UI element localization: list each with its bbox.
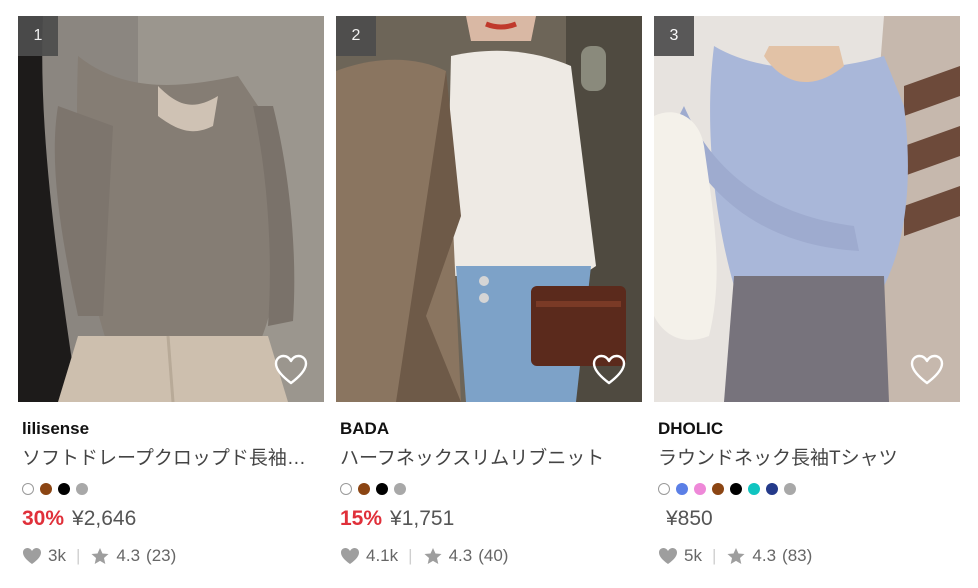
- product-card[interactable]: 3 DHOLIC ラウンドネック長袖Tシャツ ¥850 5k | 4.3 (83…: [654, 16, 960, 568]
- heart-icon[interactable]: [910, 354, 944, 386]
- like-count: 5k: [684, 546, 702, 565]
- color-swatches: [340, 482, 638, 496]
- discount-rate: 30%: [22, 507, 65, 530]
- heart-icon[interactable]: [274, 354, 308, 386]
- product-stats: 4.1k | 4.3 (40): [340, 544, 638, 568]
- color-swatch: [394, 483, 406, 495]
- color-swatch: [766, 483, 778, 495]
- color-swatch: [22, 483, 34, 495]
- rating-score: 4.3: [752, 546, 777, 565]
- color-swatch: [694, 483, 706, 495]
- price: ¥2,646: [72, 507, 137, 530]
- product-photo: [18, 16, 324, 402]
- color-swatches: [22, 482, 320, 496]
- star-icon: [91, 547, 109, 565]
- product-image[interactable]: 2: [336, 16, 642, 402]
- rank-badge: 2: [336, 16, 376, 56]
- color-swatch: [748, 483, 760, 495]
- rank-badge: 3: [654, 16, 694, 56]
- heart-icon[interactable]: [592, 354, 626, 386]
- product-stats: 5k | 4.3 (83): [658, 544, 956, 568]
- product-name[interactable]: ソフトドレープクロップド長袖…: [22, 446, 318, 472]
- color-swatch: [712, 483, 724, 495]
- color-swatch: [358, 483, 370, 495]
- divider: |: [75, 546, 81, 565]
- rating-score: 4.3: [448, 546, 473, 565]
- like-count: 3k: [48, 546, 66, 565]
- discount-rate: 15%: [340, 507, 383, 530]
- heart-icon: [341, 548, 359, 564]
- divider: |: [408, 546, 413, 565]
- color-swatch: [376, 483, 388, 495]
- review-count: (23): [146, 546, 177, 565]
- review-count: (40): [478, 546, 509, 565]
- price: ¥1,751: [390, 507, 455, 530]
- rating-score: 4.3: [116, 546, 141, 565]
- color-swatch: [784, 483, 796, 495]
- product-card[interactable]: 1 lilisense ソフトドレープクロップド長袖… 30% ¥2,646 3k…: [18, 16, 324, 568]
- color-swatches: [658, 482, 956, 496]
- star-icon: [727, 547, 745, 565]
- rank-badge: 1: [18, 16, 58, 56]
- product-name[interactable]: ラウンドネック長袖Tシャツ: [658, 446, 954, 472]
- price-row: 30% ¥2,646: [22, 504, 320, 534]
- product-stats: 3k | 4.3 (23): [22, 544, 320, 568]
- star-icon: [424, 547, 442, 565]
- heart-icon: [23, 548, 41, 564]
- color-swatch: [58, 483, 70, 495]
- product-ranking-grid: 1 lilisense ソフトドレープクロップド長袖… 30% ¥2,646 3k…: [0, 0, 978, 588]
- brand-name[interactable]: BADA: [340, 418, 638, 440]
- product-image[interactable]: 1: [18, 16, 324, 402]
- product-name[interactable]: ハーフネックスリムリブニット: [340, 446, 636, 472]
- product-photo: [654, 16, 960, 402]
- price: ¥850: [666, 507, 713, 530]
- product-photo: [336, 16, 642, 402]
- heart-icon: [659, 548, 677, 564]
- color-swatch: [40, 483, 52, 495]
- color-swatch: [340, 483, 352, 495]
- color-swatch: [658, 483, 670, 495]
- brand-name[interactable]: DHOLIC: [658, 418, 956, 440]
- price-row: ¥850: [658, 504, 956, 534]
- product-card[interactable]: 2 BADA ハーフネックスリムリブニット 15% ¥1,751 4.1k |: [336, 16, 642, 568]
- color-swatch: [730, 483, 742, 495]
- review-count: (83): [782, 546, 813, 565]
- price-row: 15% ¥1,751: [340, 504, 638, 534]
- color-swatch: [676, 483, 688, 495]
- brand-name[interactable]: lilisense: [22, 418, 320, 440]
- product-image[interactable]: 3: [654, 16, 960, 402]
- divider: |: [711, 546, 717, 565]
- like-count: 4.1k: [366, 546, 399, 565]
- color-swatch: [76, 483, 88, 495]
